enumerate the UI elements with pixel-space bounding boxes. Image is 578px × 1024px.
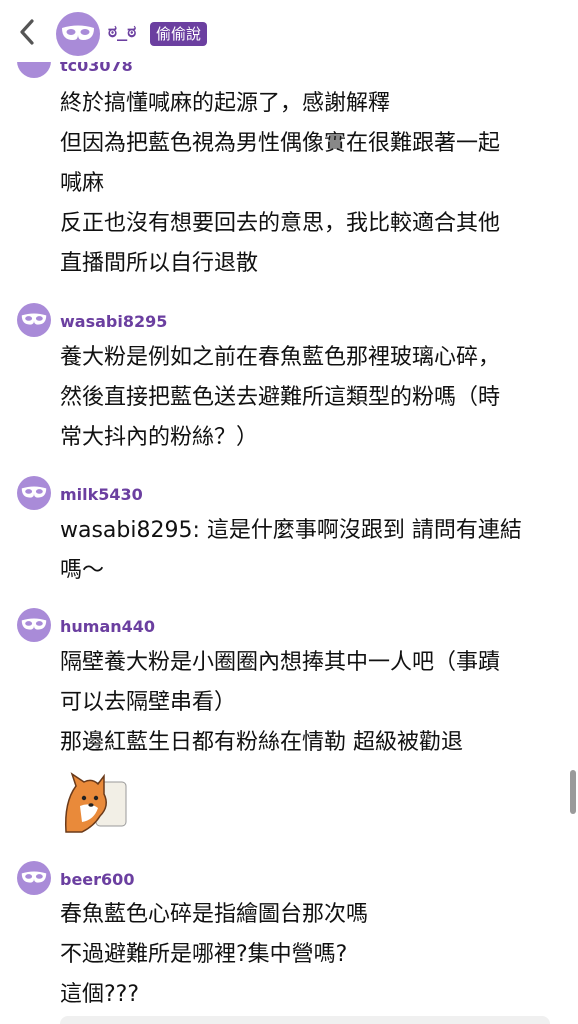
user-avatar[interactable] [17, 608, 51, 642]
user-avatar[interactable] [17, 303, 51, 337]
fox-sticker[interactable] [60, 772, 130, 838]
comment-line: 這個??? [60, 982, 140, 1007]
back-arrow-icon[interactable] [14, 18, 40, 46]
username[interactable]: beer600 [60, 870, 134, 889]
scrollbar[interactable] [570, 770, 576, 814]
comment-line: 隔壁養大粉是小圈圈內想捧其中一人吧（事蹟 [60, 650, 501, 675]
anonymous-mask-avatar[interactable] [56, 12, 100, 56]
board-name: ಠ_ಠ [108, 22, 137, 42]
comment-line: 不過避難所是哪裡?集中營嗎? [60, 942, 348, 967]
comment-line: 春魚藍色心碎是指繪圖台那次嗎 [60, 902, 369, 927]
embedded-preview-card[interactable] [60, 1016, 550, 1024]
comment-line: 可以去隔壁串看） [60, 690, 237, 715]
comment-line: 直播間所以自行退散 [60, 251, 259, 276]
comment-line: 反正也沒有想要回去的意思，我比較適合其他 [60, 211, 501, 236]
board-badge[interactable]: 偷偷說 [150, 22, 208, 46]
comment-line: 那邊紅藍生日都有粉絲在情勒 超級被勸退 [60, 730, 463, 755]
comment-line: wasabi8295: 這是什麼事啊沒跟到 請問有連結 [60, 518, 522, 543]
comment-line: 常大抖內的粉絲？） [60, 425, 259, 450]
user-avatar[interactable] [17, 476, 51, 510]
username[interactable]: wasabi8295 [60, 312, 167, 331]
comment-line: 喊麻 [60, 171, 105, 196]
comment-line: 終於搞懂喊麻的起源了，感謝解釋 [60, 91, 391, 116]
user-avatar[interactable] [17, 861, 51, 895]
username[interactable]: human440 [60, 617, 155, 636]
comment-line: 然後直接把藍色送去避難所這類型的粉嗎（時 [60, 385, 501, 410]
top-bar: ಠ_ಠ 偷偷說 [0, 0, 578, 62]
username[interactable]: milk5430 [60, 485, 143, 504]
comment-line: 養大粉是例如之前在春魚藍色那裡玻璃心碎， [60, 345, 501, 370]
comment-line: 嗎～ [60, 558, 105, 583]
comment-line: 但因為把藍色視為男性偶像實在很難跟著一起 [60, 131, 501, 156]
